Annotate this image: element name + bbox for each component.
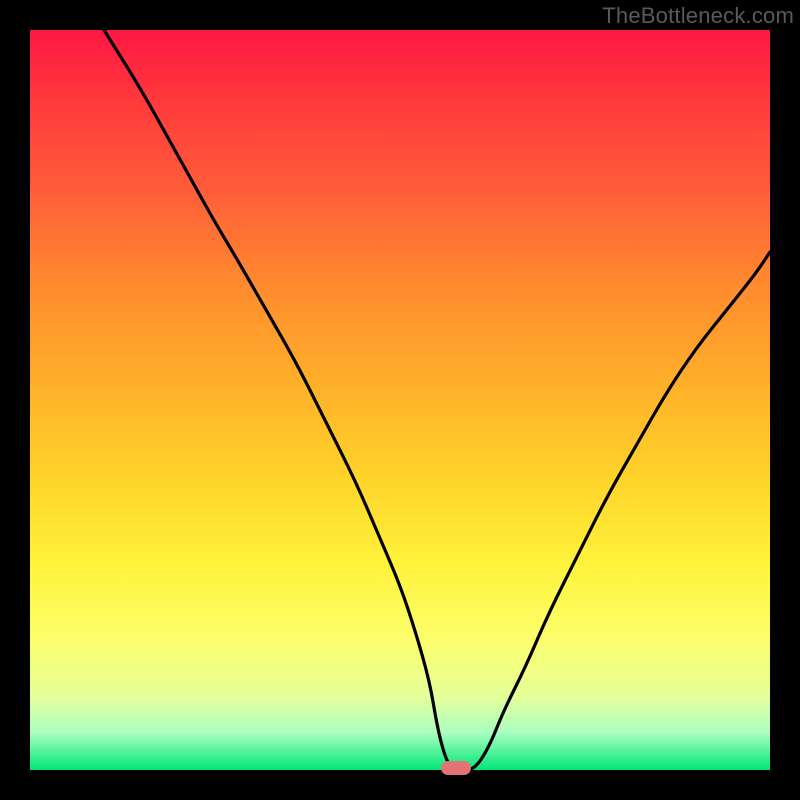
- bottleneck-curve: [30, 30, 770, 770]
- plot-area: [30, 30, 770, 770]
- minimum-marker: [441, 761, 471, 775]
- attribution-text: TheBottleneck.com: [602, 3, 794, 29]
- curve-path: [104, 30, 770, 770]
- chart-frame: TheBottleneck.com: [0, 0, 800, 800]
